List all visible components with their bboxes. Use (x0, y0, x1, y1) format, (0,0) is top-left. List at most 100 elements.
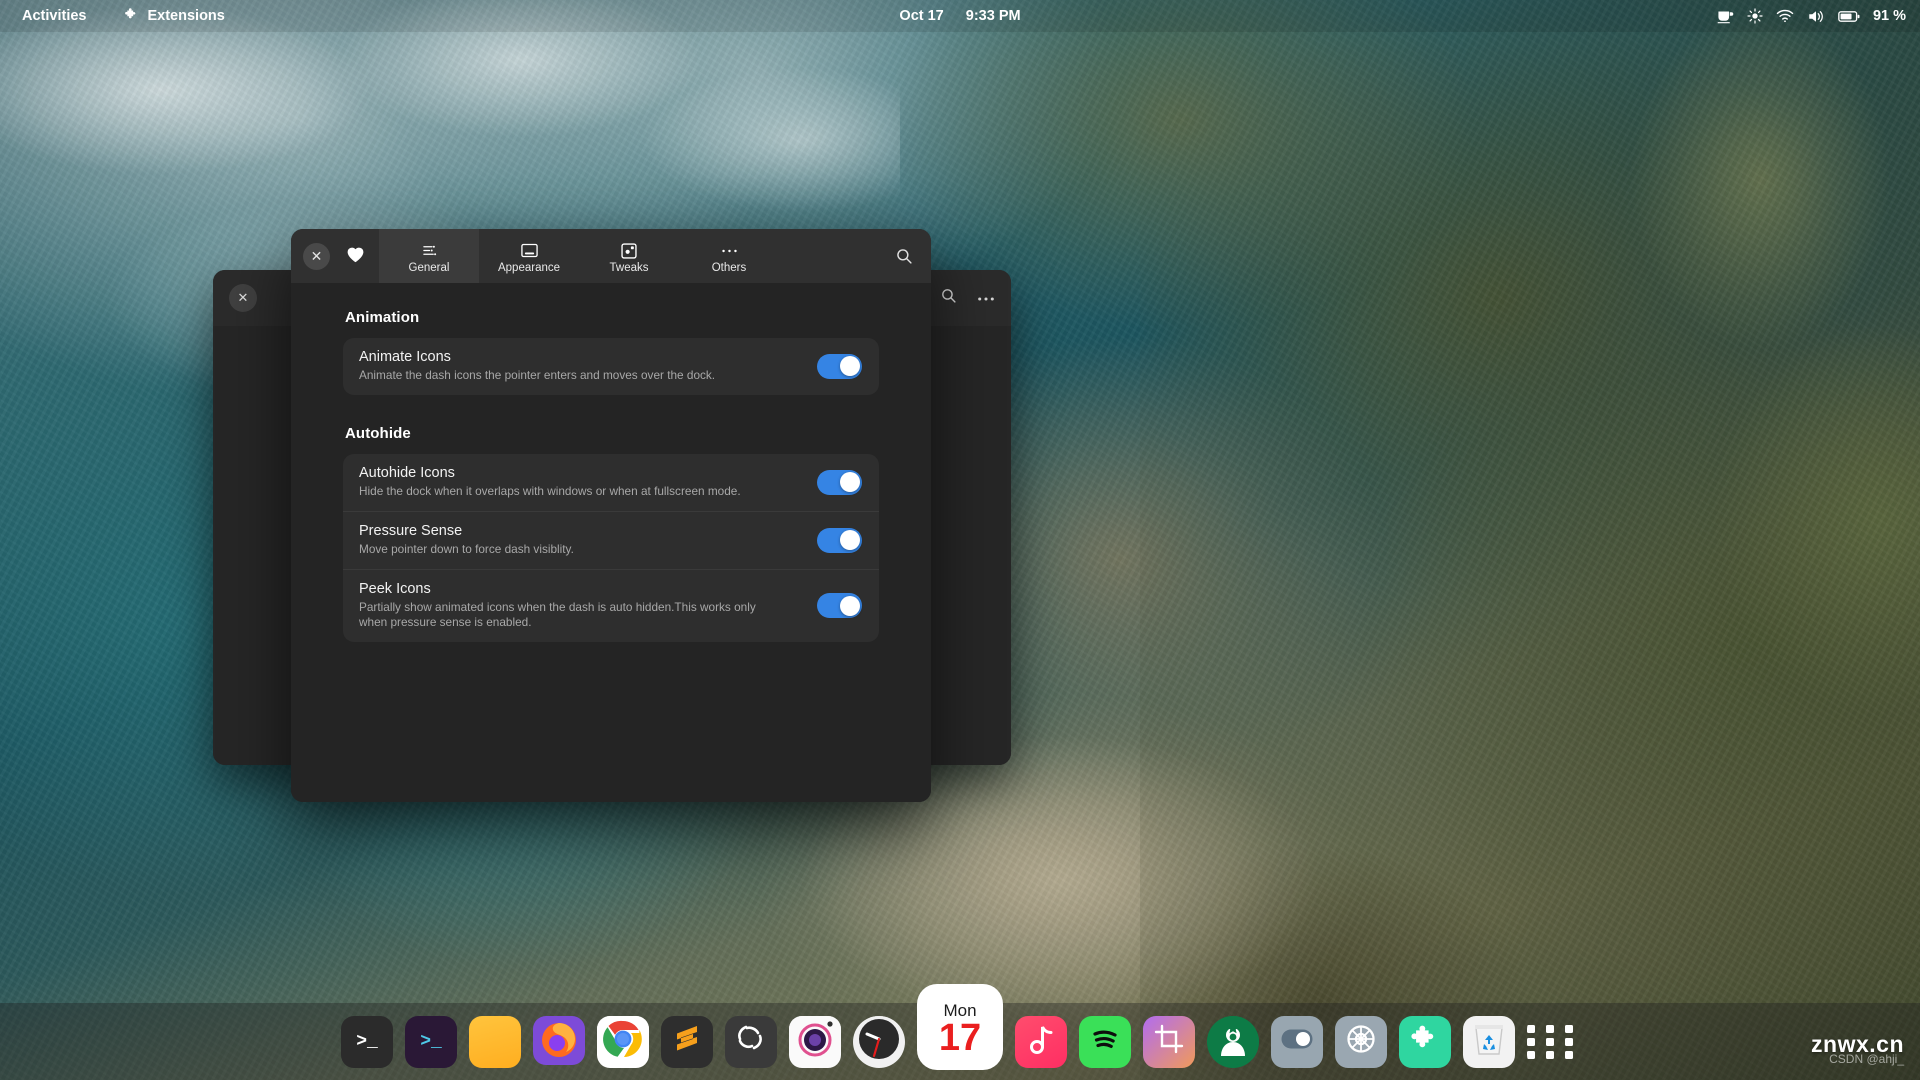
toggle-pressure-sense[interactable] (817, 527, 862, 553)
settings-card-animation: Animate Icons Animate the dash icons the… (343, 338, 879, 396)
extensions-icon (1409, 1023, 1441, 1060)
settings-icon (1343, 1021, 1379, 1062)
dock-item-calendar[interactable]: Calendar Mon 17 (917, 983, 1003, 1070)
background-window-close-button[interactable]: ✕ (229, 284, 257, 312)
tab-appearance-label: Appearance (497, 261, 561, 274)
tab-general-label: General (408, 261, 450, 274)
trash-icon (1469, 1019, 1509, 1064)
watermark: znwx.cn CSDN @ahji_ (1811, 1032, 1904, 1066)
battery-percentage: 91 % (1872, 8, 1906, 24)
battery-icon (1838, 10, 1860, 23)
dock-item-trash[interactable] (1463, 1015, 1515, 1068)
puzzle-piece-icon (124, 7, 139, 26)
section-title-animation: Animation (345, 309, 420, 326)
setting-row-peek-icons[interactable]: Peek Icons Partially show animated icons… (343, 569, 879, 642)
setting-title: Peek Icons (359, 581, 431, 598)
brightness-icon (1747, 8, 1763, 24)
topbar-time: 9:33 PM (965, 8, 1021, 24)
setting-subtitle: Animate the dash icons the pointer enter… (359, 368, 716, 382)
dock-item-tweaks[interactable] (1271, 1015, 1323, 1068)
preferences-header: ✕ General Appearance Tweaks Others (291, 229, 931, 283)
dock-item-clock[interactable] (853, 1015, 905, 1068)
gnome-top-bar: Activities Extensions Oct 17 9:33 PM 91 … (0, 0, 1920, 32)
setting-title: Autohide Icons (359, 465, 455, 482)
clock-menu-button[interactable]: Oct 17 9:33 PM (899, 8, 1020, 24)
background-window-more-icon[interactable] (977, 289, 995, 307)
chrome-icon (597, 1015, 649, 1068)
dock-item-screenshot[interactable] (1143, 1015, 1195, 1068)
dock-item-obs-studio[interactable] (725, 1015, 777, 1068)
preferences-tabs[interactable]: General Appearance Tweaks Others (379, 229, 877, 283)
dock-item-spotify[interactable] (1079, 1015, 1131, 1068)
dock-item-tiktok[interactable] (1015, 1015, 1067, 1068)
dash-dock[interactable]: >_ >_ Mon 17 (0, 983, 1920, 1080)
sublime-text-icon (673, 1024, 701, 1059)
close-icon[interactable]: ✕ (303, 242, 330, 270)
volume-icon (1807, 9, 1825, 24)
activities-button[interactable]: Activities (14, 4, 94, 28)
toggle-peek-icons[interactable] (817, 593, 862, 619)
setting-row-autohide-icons[interactable]: Autohide Icons Hide the dock when it ove… (343, 454, 879, 511)
terminal-icon: >_ (356, 1031, 378, 1052)
setting-subtitle: Partially show animated icons when the d… (359, 600, 756, 630)
show-applications-icon (1527, 1024, 1535, 1033)
dock-item-sublime-text[interactable] (661, 1015, 713, 1068)
tab-general[interactable]: General (379, 229, 479, 283)
system-status-area[interactable]: 91 % (1717, 8, 1906, 24)
calendar-day-number: 17 (938, 1017, 982, 1060)
dock-item-show-applications[interactable] (1527, 1016, 1579, 1068)
tab-tweaks-label: Tweaks (609, 261, 649, 274)
window-icon (520, 243, 538, 259)
tweaks-icon (1280, 1028, 1314, 1055)
extensions-menu-button[interactable]: Extensions (116, 3, 232, 30)
toggle-knob (839, 595, 860, 616)
toggle-knob (839, 356, 860, 377)
screenshot-crop-icon (1154, 1024, 1184, 1059)
clock-icon (853, 1015, 905, 1068)
dock-item-terminal-purple[interactable]: >_ (405, 1015, 457, 1068)
terminal-purple-icon: >_ (420, 1031, 442, 1052)
wifi-icon (1776, 9, 1794, 23)
dock-item-starbucks[interactable] (1207, 1015, 1259, 1068)
wallpaper-cliff (1140, 0, 1920, 1080)
search-icon[interactable] (895, 247, 913, 265)
extensions-label: Extensions (147, 8, 225, 24)
dock-item-chrome[interactable] (597, 1015, 649, 1068)
spotify-icon (1088, 1022, 1122, 1061)
coffee-cup-icon (1717, 9, 1734, 24)
setting-title: Animate Icons (359, 349, 451, 365)
heart-icon[interactable] (346, 246, 365, 267)
starbucks-icon (1207, 1015, 1259, 1068)
firefox-icon (533, 1015, 585, 1068)
dock-item-settings[interactable] (1335, 1015, 1387, 1068)
dash-preferences-dialog[interactable]: ✕ General Appearance Tweaks Others Anima… (291, 229, 931, 802)
setting-subtitle: Move pointer down to force dash visiblit… (359, 542, 574, 557)
dock-item-firefox[interactable] (533, 1015, 585, 1068)
dock-item-camera[interactable] (789, 1015, 841, 1068)
tab-others-label: Others (711, 261, 747, 274)
toggle-animate-icons[interactable] (817, 353, 862, 379)
toggle-autohide-icons[interactable] (817, 469, 862, 495)
tab-appearance[interactable]: Appearance (479, 229, 579, 283)
topbar-date: Oct 17 (899, 8, 944, 24)
camera-icon (789, 1015, 841, 1068)
setting-title: Pressure Sense (359, 523, 463, 540)
toggle-knob (839, 472, 860, 493)
tab-others[interactable]: Others (679, 229, 779, 283)
tab-tweaks[interactable]: Tweaks (579, 229, 679, 283)
dock-item-extensions[interactable] (1399, 1015, 1451, 1068)
dock-item-terminal[interactable]: >_ (341, 1015, 393, 1068)
setting-subtitle: Hide the dock when it overlaps with wind… (359, 484, 741, 499)
dock-item-files[interactable] (469, 1015, 521, 1068)
settings-card-autohide: Autohide Icons Hide the dock when it ove… (343, 454, 879, 643)
activities-label: Activities (22, 8, 87, 24)
background-window-search-icon[interactable] (940, 287, 957, 309)
setting-row-animate-icons[interactable]: Animate Icons Animate the dash icons the… (343, 338, 879, 395)
sliders-icon (422, 243, 437, 259)
panel-icon (621, 242, 637, 259)
tiktok-icon (1026, 1023, 1056, 1060)
setting-row-pressure-sense[interactable]: Pressure Sense Move pointer down to forc… (343, 511, 879, 569)
preferences-content: Animation Animate Icons Animate the dash… (291, 283, 931, 802)
section-title-autohide: Autohide (345, 425, 411, 443)
toggle-knob (839, 530, 860, 551)
